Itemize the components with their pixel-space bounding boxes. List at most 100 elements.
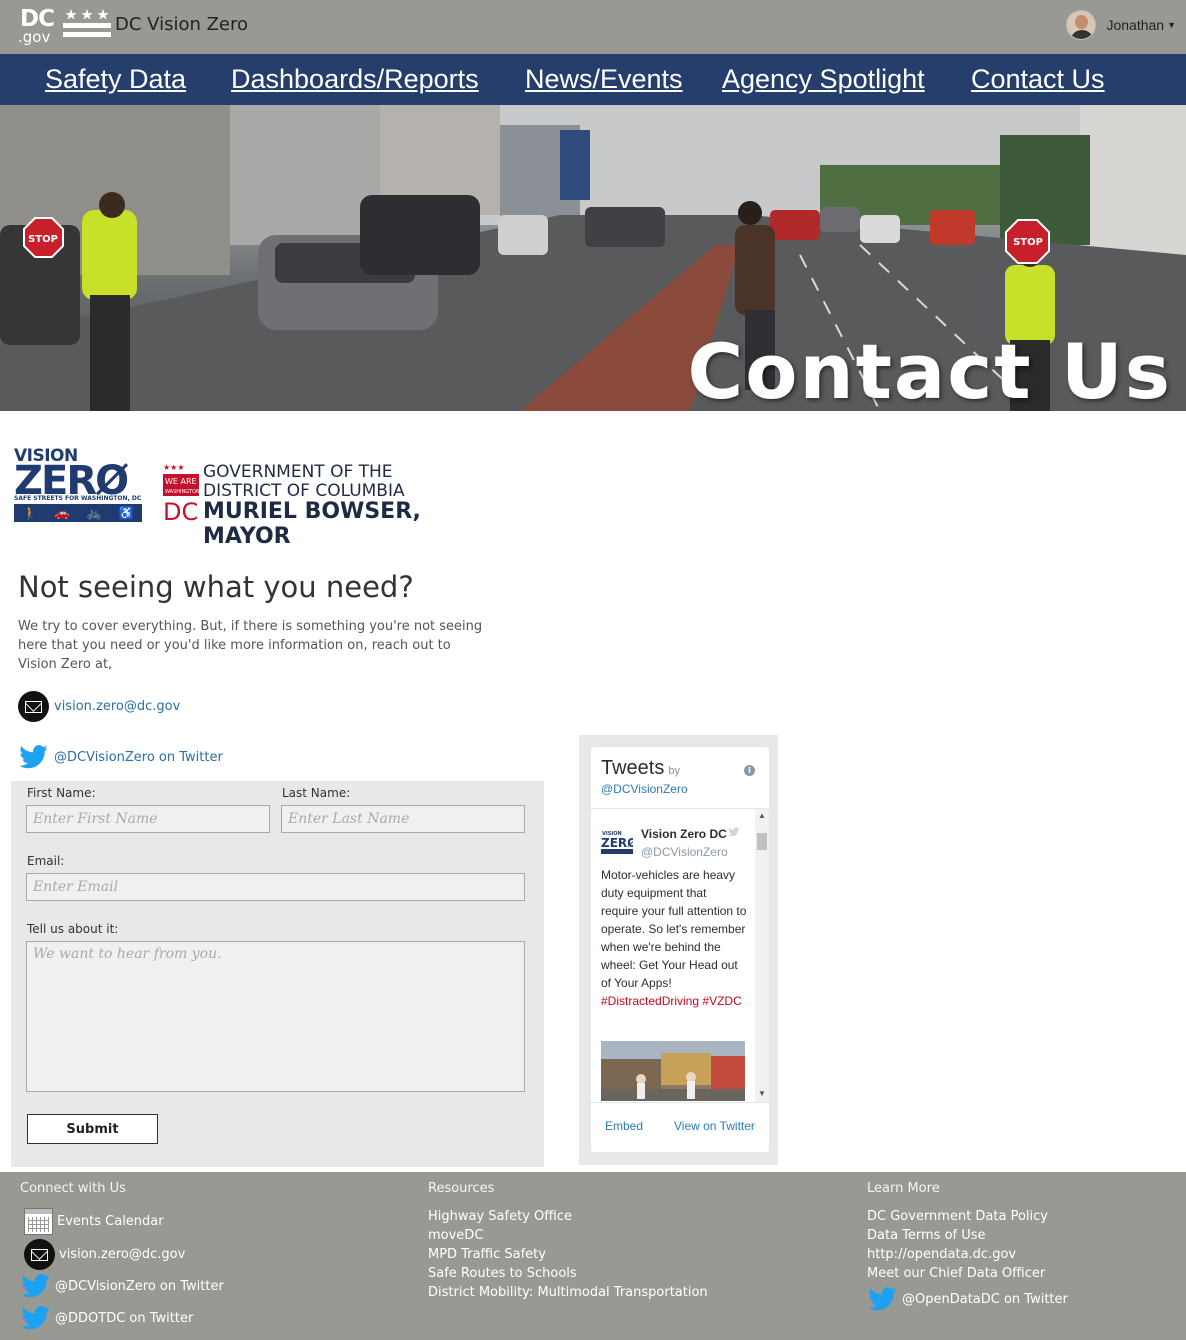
footer-twitter-ddot-label[interactable]: @DDOTDC on Twitter <box>55 1311 193 1326</box>
tweet-author-name[interactable]: Vision Zero DC <box>641 827 727 841</box>
svg-text:WE ARE: WE ARE <box>165 477 197 486</box>
dc-flag-icon <box>63 9 111 37</box>
twitter-footer: Embed View on Twitter <box>591 1102 769 1152</box>
footer-link-data-terms[interactable]: Data Terms of Use <box>867 1228 986 1243</box>
gov-logo-line2: DISTRICT OF COLUMBIA <box>203 481 405 501</box>
twitter-timeline: Tweetsby @DCVisionZero i VISION ZERØ Vis… <box>590 746 770 1153</box>
footer-link-mpd-traffic-safety[interactable]: MPD Traffic Safety <box>428 1247 546 1262</box>
gov-logo-line1: GOVERNMENT OF THE <box>203 462 393 482</box>
twitter-bird-icon[interactable] <box>727 826 741 838</box>
svg-text:DC: DC <box>163 498 198 522</box>
footer-twitter-ddot[interactable]: @DDOTDC on Twitter <box>20 1303 193 1334</box>
twitter-bird-icon[interactable] <box>20 1303 51 1334</box>
top-header-bar: DC .gov DC Vision Zero Jonathan ▼ <box>0 0 1186 54</box>
tweet-author-handle[interactable]: @DCVisionZero <box>641 845 727 859</box>
dc-government-logo[interactable]: ★★★ WE ARE WASHINGTON DC GOVERNMENT OF T… <box>163 462 493 549</box>
email-icon[interactable] <box>24 1239 55 1270</box>
footer-twitter-visionzero[interactable]: @DCVisionZero on Twitter <box>20 1271 224 1302</box>
nav-item-news-events[interactable]: News/Events <box>525 64 683 95</box>
caret-down-icon[interactable]: ▼ <box>1167 20 1176 30</box>
email-label: Email: <box>27 854 65 868</box>
footer-link-movedc[interactable]: moveDC <box>428 1228 483 1243</box>
twitter-handle-link[interactable]: @DCVisionZero <box>601 782 688 796</box>
footer-learn-more-title: Learn More <box>867 1181 940 1196</box>
vision-zero-logo-tagline: SAFE STREETS FOR WASHINGTON, DC <box>14 495 142 502</box>
message-label: Tell us about it: <box>27 922 119 936</box>
we-are-washington-dc-badge: ★★★ WE ARE WASHINGTON DC <box>163 463 200 522</box>
first-name-field[interactable] <box>26 805 270 833</box>
bicycle-icon: 🚲 <box>86 506 102 520</box>
info-icon[interactable]: i <box>744 765 755 776</box>
footer-events-calendar[interactable]: Events Calendar <box>20 1208 164 1235</box>
gov-logo-text: .gov <box>18 28 51 46</box>
nav-item-agency-spotlight[interactable]: Agency Spotlight <box>722 64 925 95</box>
tweet-photo-scene <box>601 1041 745 1101</box>
message-field[interactable] <box>26 941 525 1092</box>
pedestrian-icon: 🚶 <box>22 506 38 520</box>
svg-text:ZERØ: ZERØ <box>601 836 633 850</box>
stop-sign-left-label: STOP <box>28 234 58 245</box>
footer-twitter-opendatadc[interactable]: @OpenDataDC on Twitter <box>867 1284 1068 1315</box>
twitter-title: Tweets <box>601 757 665 779</box>
footer-twitter-visionzero-label[interactable]: @DCVisionZero on Twitter <box>55 1279 224 1294</box>
tweet-list-scrollbar[interactable]: ▲ ▼ <box>755 809 769 1102</box>
main-navigation: Safety Data Dashboards/Reports News/Even… <box>0 54 1186 105</box>
tweet-hashtag-vzdc[interactable]: #VZDC <box>702 994 741 1008</box>
footer-link-chief-data-officer[interactable]: Meet our Chief Data Officer <box>867 1266 1045 1281</box>
last-name-field[interactable] <box>281 805 525 833</box>
email-field[interactable] <box>26 873 525 901</box>
nav-item-safety-data[interactable]: Safety Data <box>45 64 186 95</box>
tweet-author-avatar[interactable]: VISION ZERØ <box>601 827 633 859</box>
footer-email[interactable]: vision.zero@dc.gov <box>20 1239 185 1270</box>
footer-link-district-mobility[interactable]: District Mobility: Multimodal Transporta… <box>428 1285 708 1300</box>
vision-zero-mode-icons: 🚶 🚗 🚲 ♿ <box>14 504 142 522</box>
footer-link-highway-safety-office[interactable]: Highway Safety Office <box>428 1209 572 1224</box>
footer-email-label[interactable]: vision.zero@dc.gov <box>59 1247 185 1262</box>
scroll-up-icon[interactable]: ▲ <box>758 811 766 820</box>
contact-email-link[interactable]: vision.zero@dc.gov <box>54 699 180 714</box>
stop-sign-left: STOP <box>23 217 64 258</box>
user-name[interactable]: Jonathan <box>1106 17 1164 33</box>
dc-gov-logo[interactable]: DC .gov <box>18 6 58 46</box>
stop-sign-right-label: STOP <box>1013 237 1043 248</box>
gov-logo-line3: MURIEL BOWSER, MAYOR <box>203 499 421 549</box>
footer-link-opendata[interactable]: http://opendata.dc.gov <box>867 1247 1016 1262</box>
twitter-by: by <box>668 765 680 777</box>
scrollbar-thumb[interactable] <box>757 833 767 850</box>
footer-link-safe-routes-to-schools[interactable]: Safe Routes to Schools <box>428 1266 577 1281</box>
scroll-down-icon[interactable]: ▼ <box>758 1089 766 1098</box>
view-on-twitter-link[interactable]: View on Twitter <box>674 1119 755 1133</box>
nav-item-dashboards-reports[interactable]: Dashboards/Reports <box>231 64 479 95</box>
contact-email[interactable]: vision.zero@dc.gov <box>18 691 180 722</box>
car-icon: 🚗 <box>54 506 70 520</box>
tweet-hashtag-distracteddriving[interactable]: #DistractedDriving <box>601 994 699 1008</box>
twitter-bird-icon[interactable] <box>18 742 49 773</box>
tweet-photo[interactable] <box>601 1041 745 1101</box>
user-menu[interactable]: Jonathan ▼ <box>1066 9 1176 41</box>
submit-button[interactable]: Submit <box>27 1114 158 1144</box>
twitter-header: Tweets by @DCVisionZero <box>601 757 688 796</box>
hero-title: Contact Us <box>687 327 1172 411</box>
footer-link-data-policy[interactable]: DC Government Data Policy <box>867 1209 1048 1224</box>
footer-twitter-opendatadc-label[interactable]: @OpenDataDC on Twitter <box>902 1292 1068 1307</box>
footer-resources-title: Resources <box>428 1181 495 1196</box>
contact-twitter[interactable]: @DCVisionZero on Twitter <box>18 742 223 773</box>
avatar[interactable] <box>1066 10 1097 40</box>
twitter-bird-icon[interactable] <box>867 1284 898 1315</box>
calendar-icon[interactable] <box>24 1208 53 1235</box>
tweet-list[interactable]: VISION ZERØ Vision Zero DC @DCVisionZero… <box>591 808 769 1102</box>
stop-sign-right: STOP <box>1005 219 1050 264</box>
svg-text:★★★: ★★★ <box>163 463 185 472</box>
footer-events-calendar-label[interactable]: Events Calendar <box>57 1214 164 1229</box>
site-title[interactable]: DC Vision Zero <box>115 14 248 35</box>
email-icon[interactable] <box>18 691 49 722</box>
last-name-label: Last Name: <box>282 786 351 800</box>
contact-form: First Name: Last Name: Email: Tell us ab… <box>11 781 544 1167</box>
embed-link[interactable]: Embed <box>605 1119 643 1133</box>
intro-text: We try to cover everything. But, if ther… <box>18 619 483 672</box>
nav-item-contact-us[interactable]: Contact Us <box>971 64 1105 95</box>
contact-twitter-link[interactable]: @DCVisionZero on Twitter <box>54 750 223 765</box>
twitter-bird-icon[interactable] <box>20 1271 51 1302</box>
page-title: Not seeing what you need? <box>18 570 414 604</box>
vision-zero-logo[interactable]: VISION ZERØ SAFE STREETS FOR WASHINGTON,… <box>14 446 142 522</box>
